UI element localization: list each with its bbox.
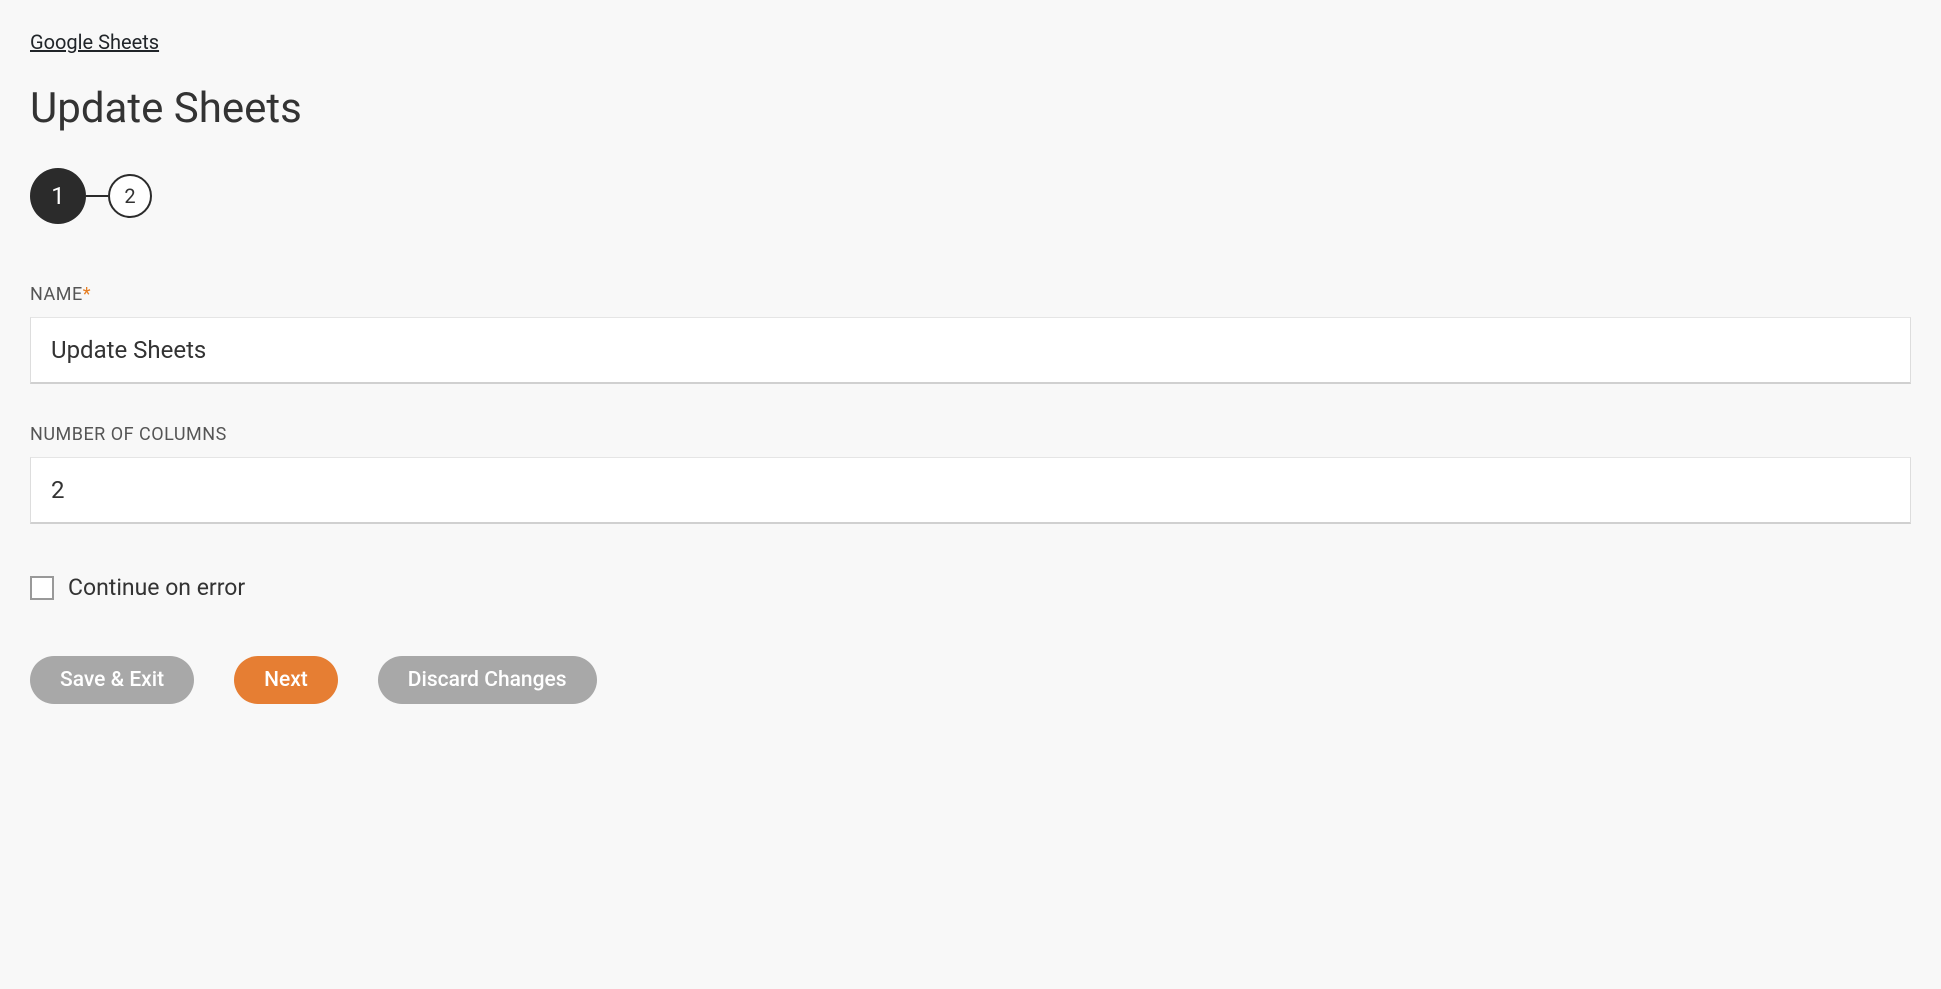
step-1[interactable]: 1 (30, 168, 86, 224)
step-connector (86, 195, 108, 197)
required-asterisk-icon: * (83, 284, 91, 305)
name-label: NAME* (30, 284, 1911, 305)
stepper: 1 2 (30, 168, 1911, 224)
name-input[interactable] (30, 317, 1911, 384)
form-group-name: NAME* (30, 284, 1911, 384)
button-row: Save & Exit Next Discard Changes (30, 656, 1911, 704)
step-2[interactable]: 2 (108, 174, 152, 218)
page-title: Update Sheets (30, 84, 1911, 133)
continue-on-error-checkbox[interactable] (30, 576, 54, 600)
checkbox-group-continue: Continue on error (30, 574, 1911, 601)
discard-changes-button[interactable]: Discard Changes (378, 656, 597, 704)
save-exit-button[interactable]: Save & Exit (30, 656, 194, 704)
next-button[interactable]: Next (234, 656, 338, 704)
breadcrumb-link[interactable]: Google Sheets (30, 30, 159, 54)
continue-on-error-label[interactable]: Continue on error (68, 574, 245, 601)
name-label-text: NAME (30, 284, 83, 305)
form-group-columns: NUMBER OF COLUMNS (30, 424, 1911, 524)
columns-label: NUMBER OF COLUMNS (30, 424, 1911, 445)
columns-input[interactable] (30, 457, 1911, 524)
